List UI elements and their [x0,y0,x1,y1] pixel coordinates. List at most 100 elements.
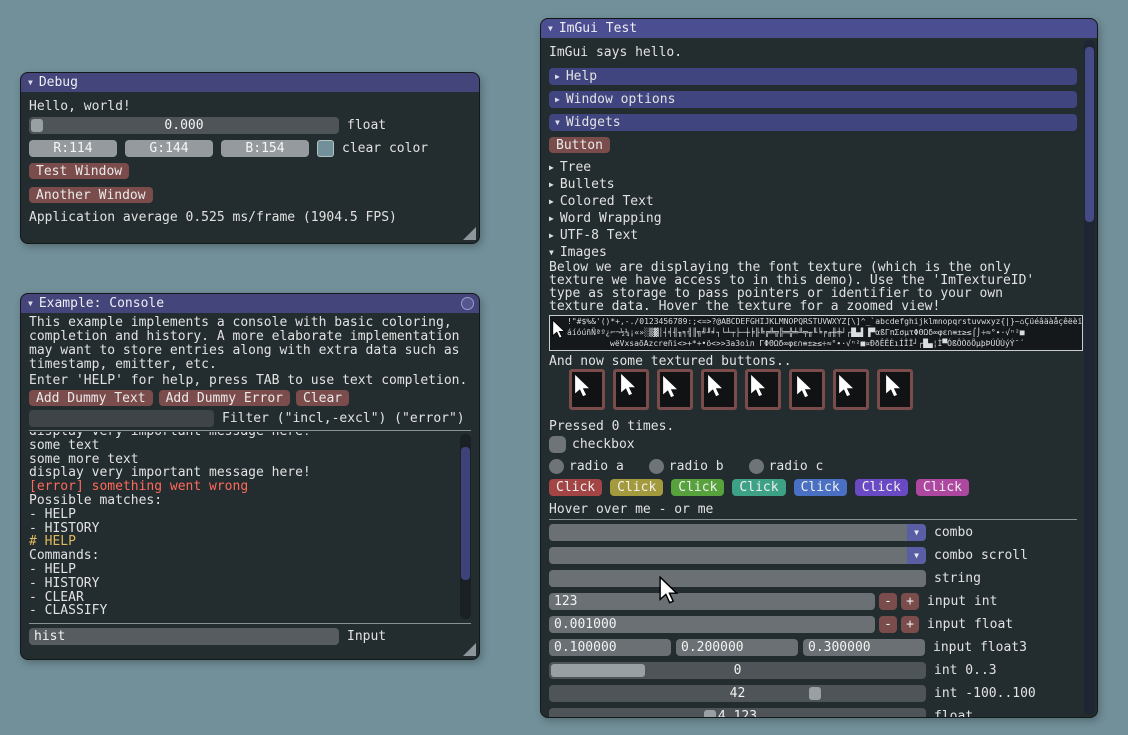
float-slider-value: 0.000 [29,117,339,134]
tree-node-colored-text[interactable]: ▶ Colored Text [549,193,1077,210]
chevron-down-icon: ▼ [914,547,919,564]
float-slider-row[interactable]: 4.123 [549,708,926,718]
close-icon[interactable] [461,297,474,310]
log-line: - CLEAR [29,591,471,605]
radio-b[interactable] [649,459,664,474]
int-slider2-label: int -100..100 [934,686,1036,701]
fps-stats-text: Application average 0.525 ms/frame (1904… [29,210,471,225]
click-button-6[interactable]: Click [855,479,908,496]
combo-select[interactable]: bbbb ▼ [549,524,926,541]
chevron-right-icon: ▶ [549,215,554,223]
add-dummy-error-button[interactable]: Add Dummy Error [159,390,290,406]
tree-node-bullets[interactable]: ▶ Bullets [549,176,1077,193]
tree-node-word-wrapping[interactable]: ▶ Word Wrapping [549,210,1077,227]
header-window-options[interactable]: ▶ Window options [549,91,1077,108]
color-b-drag[interactable]: B:154 [221,140,309,157]
log-scrollbar-grab[interactable] [461,447,470,580]
float3-input-x[interactable]: 0.100000 [549,639,671,656]
debug-window: ▼ Debug Hello, world! 0.000 float R:114 … [20,72,480,244]
header-help[interactable]: ▶ Help [549,68,1077,85]
float-input[interactable]: 0.001000 [549,616,875,633]
header-widgets[interactable]: ▼ Widgets [549,114,1077,131]
int-slider-neg100-100[interactable]: 42 [549,685,926,702]
filter-input[interactable] [29,410,214,427]
resize-grip[interactable] [463,643,476,656]
tree-node-utf8-text[interactable]: ▶ UTF-8 Text [549,227,1077,244]
image-button[interactable] [877,369,913,410]
increment-button[interactable]: + [901,593,919,610]
console-log-region[interactable]: display very important message here! som… [29,432,471,621]
click-button-3[interactable]: Click [671,479,724,496]
log-line: some text [29,439,471,453]
tree-node-label: UTF-8 Text [560,228,638,243]
imgui-test-titlebar[interactable]: ▼ ImGui Test [541,19,1097,38]
console-command-input[interactable]: hist [29,628,339,645]
window-scrollbar[interactable] [1084,40,1095,715]
resize-grip[interactable] [463,227,476,240]
console-help-text: Enter 'HELP' for help, press TAB to use … [29,373,471,388]
hover-text[interactable]: Hover over me - or me [549,502,1077,517]
decrement-button[interactable]: - [879,616,897,633]
test-window-button[interactable]: Test Window [29,163,129,179]
radio-c-label: radio c [769,459,824,474]
clear-color-swatch[interactable] [317,140,334,157]
textured-buttons-row [569,369,1077,410]
cursor-arrow-icon [750,374,767,398]
click-button-4[interactable]: Click [732,479,785,496]
click-button-7[interactable]: Click [916,479,969,496]
combo-scroll-select[interactable]: ▼ [549,547,926,564]
imgui-test-window-title: ImGui Test [559,21,637,36]
tree-node-label: Bullets [560,177,615,192]
increment-button[interactable]: + [901,616,919,633]
log-line-command: # HELP [29,535,471,549]
color-r-drag[interactable]: R:114 [29,140,117,157]
console-titlebar[interactable]: ▼ Example: Console [21,294,479,313]
image-button[interactable] [833,369,869,410]
click-button-2[interactable]: Click [610,479,663,496]
image-button[interactable] [789,369,825,410]
combo-arrow-button[interactable]: ▼ [907,524,926,541]
tree-node-images[interactable]: ▼ Images [549,244,1077,261]
combo-arrow-button[interactable]: ▼ [907,547,926,564]
hello-world-text: Hello, world! [29,99,471,114]
button-widget[interactable]: Button [549,137,610,153]
click-button-5[interactable]: Click [794,479,847,496]
radio-a-label: radio a [569,459,624,474]
image-button[interactable] [745,369,781,410]
tree-node-tree[interactable]: ▶ Tree [549,159,1077,176]
log-line: Possible matches: [29,494,471,508]
cursor-arrow-icon [662,375,679,399]
radio-c[interactable] [749,459,764,474]
float3-input-z[interactable]: 0.300000 [803,639,925,656]
decrement-button[interactable]: - [879,593,897,610]
int-slider-0-3[interactable]: 0 [549,662,926,679]
collapse-arrow-icon[interactable]: ▼ [28,300,33,308]
radio-a[interactable] [549,459,564,474]
combo-scroll-label: combo scroll [934,548,1028,563]
checkbox[interactable] [549,436,566,453]
color-g-drag[interactable]: G:144 [125,140,213,157]
image-button[interactable] [569,369,605,410]
font-texture-image[interactable]: !"#$%&'()*+,-./0123456789:;<=>?@ABCDEFGH… [549,315,1083,351]
image-button[interactable] [657,369,693,410]
string-text-input[interactable]: Hello, world! [549,570,926,587]
add-dummy-text-button[interactable]: Add Dummy Text [29,390,153,406]
float-slider[interactable]: 0.000 [29,117,339,134]
debug-titlebar[interactable]: ▼ Debug [21,73,479,92]
collapse-arrow-icon[interactable]: ▼ [548,25,553,33]
window-scrollbar-grab[interactable] [1085,47,1094,223]
click-button-1[interactable]: Click [549,479,602,496]
log-scrollbar[interactable] [460,434,471,619]
image-button[interactable] [701,369,737,410]
float3-input-y[interactable]: 0.200000 [676,639,798,656]
imgui-test-window: ▼ ImGui Test ImGui says hello. ▶ Help ▶ … [540,18,1098,718]
image-button[interactable] [613,369,649,410]
int-input[interactable]: 123 [549,593,875,610]
slider-value: 42 [549,685,926,702]
another-window-button[interactable]: Another Window [29,187,153,203]
log-line: some more text [29,453,471,467]
combo-label: combo [934,525,973,540]
float-slider-label: float [934,709,973,718]
collapse-arrow-icon[interactable]: ▼ [28,79,33,87]
clear-button[interactable]: Clear [296,390,349,406]
